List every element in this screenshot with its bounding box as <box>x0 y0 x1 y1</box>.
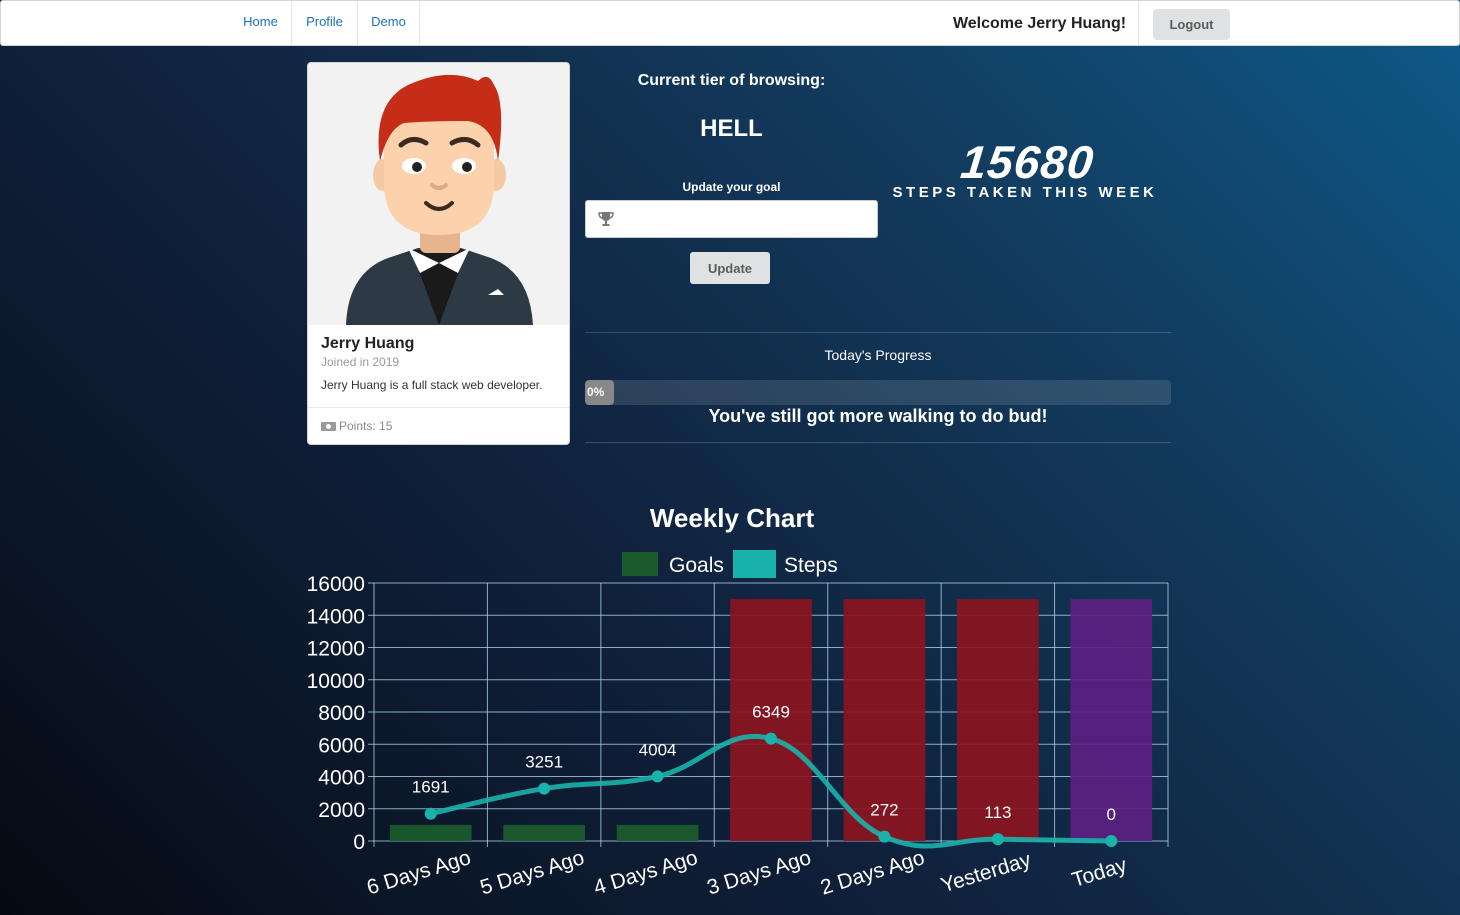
points-label: Points: 15 <box>339 419 393 433</box>
legend-goals-label: Goals <box>669 554 724 577</box>
x-tick-label: 3 Days Ago <box>704 846 813 899</box>
x-tick-label: 5 Days Ago <box>478 846 587 899</box>
progress-track: 0% <box>585 380 1171 405</box>
profile-joined: Joined in 2019 <box>321 355 400 369</box>
x-tick-label: 4 Days Ago <box>591 846 700 899</box>
steps-data-label: 4004 <box>639 740 677 759</box>
goal-bar <box>616 824 699 841</box>
profile-name: Jerry Huang <box>321 335 415 352</box>
x-tick-label: Today <box>1069 853 1130 892</box>
steps-point <box>991 833 1004 846</box>
steps-data-label: 1691 <box>412 778 450 797</box>
logout-button[interactable]: Logout <box>1153 9 1230 40</box>
y-tick-label: 14000 <box>307 605 365 628</box>
progress-message: You've still got more walking to do bud! <box>708 406 1048 426</box>
x-tick-label: Yesterday <box>938 848 1034 897</box>
weekly-steps-value: 15680 <box>958 136 1097 188</box>
welcome-message: Welcome Jerry Huang! <box>941 1 1139 45</box>
update-goal-button[interactable]: Update <box>690 252 770 284</box>
steps-point <box>765 732 777 745</box>
steps-data-label: 0 <box>1107 805 1116 824</box>
avatar <box>308 63 569 325</box>
card-divider <box>308 407 569 408</box>
y-tick-label: 12000 <box>307 638 365 661</box>
progress-title: Today's Progress <box>824 347 932 363</box>
goal-bar <box>389 824 472 841</box>
y-tick-label: 4000 <box>318 767 365 790</box>
weekly-chart: Weekly Chart Goals Steps 0 2000 4000 6000 8000 1… <box>290 495 1190 910</box>
y-tick-label: 0 <box>353 831 365 854</box>
divider-top <box>585 332 1171 333</box>
steps-data-label: 3251 <box>525 753 563 772</box>
trophy-icon <box>598 212 614 226</box>
avatar-cartoon-man-icon <box>346 74 533 325</box>
profile-card: Jerry Huang Joined in 2019 Jerry Huang i… <box>307 62 570 445</box>
nav-home-link[interactable]: Home <box>230 1 292 45</box>
nav-demo-link[interactable]: Demo <box>358 1 420 45</box>
weekly-steps-label: STEPS TAKEN THIS WEEK <box>892 184 1158 201</box>
goal-label: Update your goal <box>682 180 781 194</box>
ticket-icon <box>321 421 336 431</box>
legend-steps-swatch <box>733 550 776 578</box>
tier-label: Current tier of browsing: <box>637 72 826 89</box>
weekly-chart-svg: Weekly Chart Goals Steps 0 2000 4000 6000 8000 1… <box>307 503 1169 899</box>
steps-point <box>538 782 551 795</box>
top-navbar: Home Profile Demo Welcome Jerry Huang! L… <box>0 0 1460 46</box>
goal-bar <box>503 824 585 841</box>
goal-input[interactable] <box>618 207 868 231</box>
x-tick-label: 2 Days Ago <box>818 846 927 899</box>
steps-point <box>878 830 891 843</box>
nav-profile-link[interactable]: Profile <box>292 1 358 45</box>
divider-bottom <box>585 442 1171 443</box>
y-tick-label: 8000 <box>318 702 365 725</box>
y-tick-label: 2000 <box>318 799 365 822</box>
steps-point <box>424 807 437 820</box>
steps-point <box>1105 835 1118 847</box>
goal-input-wrapper <box>585 200 878 238</box>
y-tick-label: 10000 <box>307 670 365 693</box>
steps-data-label: 272 <box>870 801 898 820</box>
x-tick-label: 6 Days Ago <box>364 846 473 899</box>
legend-steps-label: Steps <box>784 554 838 577</box>
y-tick-label: 16000 <box>307 573 365 596</box>
steps-data-label: 6349 <box>752 703 790 722</box>
steps-point <box>651 770 664 783</box>
profile-points: Points: 15 <box>321 419 392 433</box>
legend-goals-swatch <box>622 552 658 576</box>
progress-bar: 0% <box>585 380 614 405</box>
y-tick-label: 6000 <box>318 734 365 757</box>
tier-value: HELL <box>700 115 763 142</box>
steps-data-label: 113 <box>984 803 1011 822</box>
profile-description: Jerry Huang is a full stack web develope… <box>321 378 543 392</box>
chart-title: Weekly Chart <box>650 503 815 533</box>
